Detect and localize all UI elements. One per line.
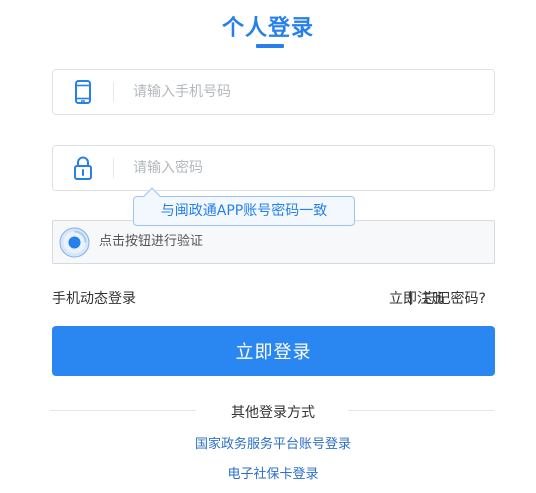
field-separator xyxy=(113,82,114,102)
sms-login-link[interactable]: 手机动态登录 xyxy=(52,288,136,308)
password-input[interactable] xyxy=(133,154,473,182)
password-field[interactable] xyxy=(52,145,495,191)
link-divider xyxy=(410,291,411,305)
social-security-card-login-link[interactable]: 电子社保卡登录 xyxy=(0,463,536,482)
phone-input[interactable] xyxy=(133,78,473,106)
login-button[interactable]: 立即登录 xyxy=(52,326,495,376)
title-underline xyxy=(256,44,284,48)
verify-button[interactable]: 点击按钮进行验证 xyxy=(52,220,495,264)
other-methods-title: 其他登录方式 xyxy=(231,405,315,421)
lock-icon xyxy=(69,154,97,182)
phone-field[interactable] xyxy=(52,69,495,115)
national-gov-login-link[interactable]: 国家政务服务平台账号登录 xyxy=(0,433,536,452)
verify-knob-icon[interactable] xyxy=(59,227,90,258)
page-title: 个人登录 xyxy=(221,16,314,41)
divider-right xyxy=(348,410,494,411)
field-separator xyxy=(113,158,114,178)
tooltip-text: 与闽政通APP账号密码一致 xyxy=(160,203,328,219)
phone-icon xyxy=(69,78,97,106)
password-tooltip: 与闽政通APP账号密码一致 xyxy=(133,187,355,226)
verify-label: 点击按钮进行验证 xyxy=(99,234,204,249)
forgot-password-link[interactable]: 忘记密码? xyxy=(423,288,486,308)
